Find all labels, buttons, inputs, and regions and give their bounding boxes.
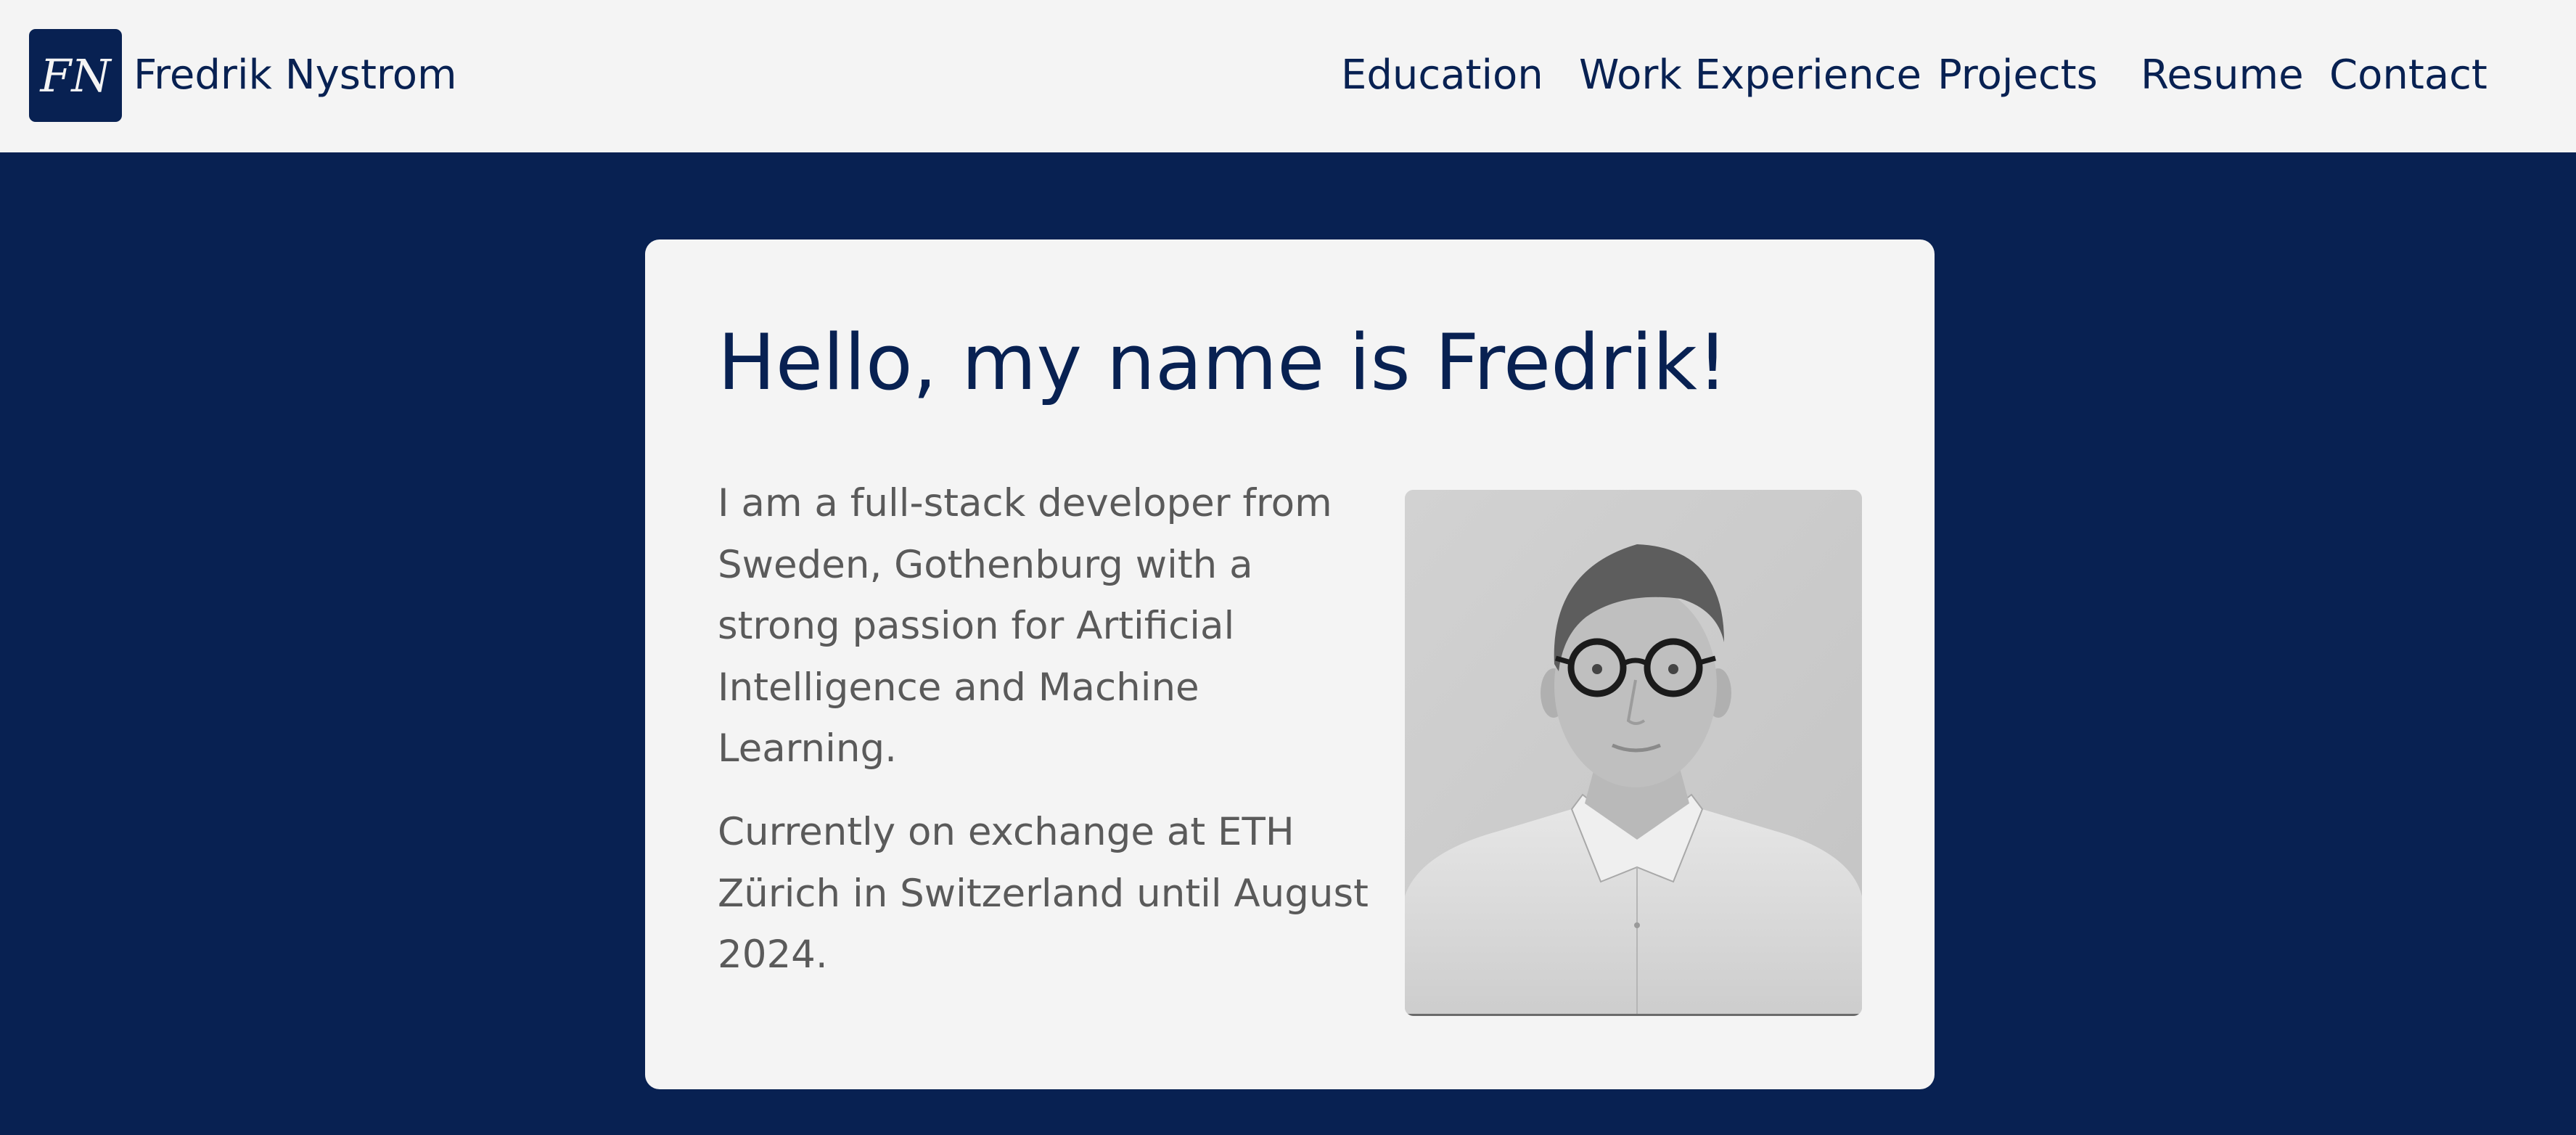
intro-paragraph: I am a full-stack developer from Sweden,… (718, 481, 1332, 771)
nav-link-education[interactable]: Education (1341, 45, 1543, 106)
nav-link-projects[interactable]: Projects (1937, 45, 2098, 106)
logo[interactable]: FN (29, 29, 122, 122)
top-navbar: FN Fredrik Nystrom Education Work Experi… (0, 0, 2576, 152)
brand-name[interactable]: Fredrik Nystrom (134, 45, 457, 106)
logo-monogram-icon: FN (39, 49, 112, 102)
intro-card: Hello, my name is Fredrik! I am a full-s… (645, 239, 1935, 1089)
nav-link-resume[interactable]: Resume (2141, 45, 2304, 106)
page-title: Hello, my name is Fredrik! (718, 318, 1728, 407)
profile-photo (1405, 490, 1862, 1016)
exchange-paragraph: Currently on exchange at ETH Zürich in S… (718, 810, 1369, 977)
svg-text:FN: FN (39, 49, 112, 102)
nav-link-work-experience[interactable]: Work Experience (1579, 45, 1921, 106)
portrait-image (1405, 490, 1862, 1016)
nav-link-contact[interactable]: Contact (2329, 45, 2487, 106)
